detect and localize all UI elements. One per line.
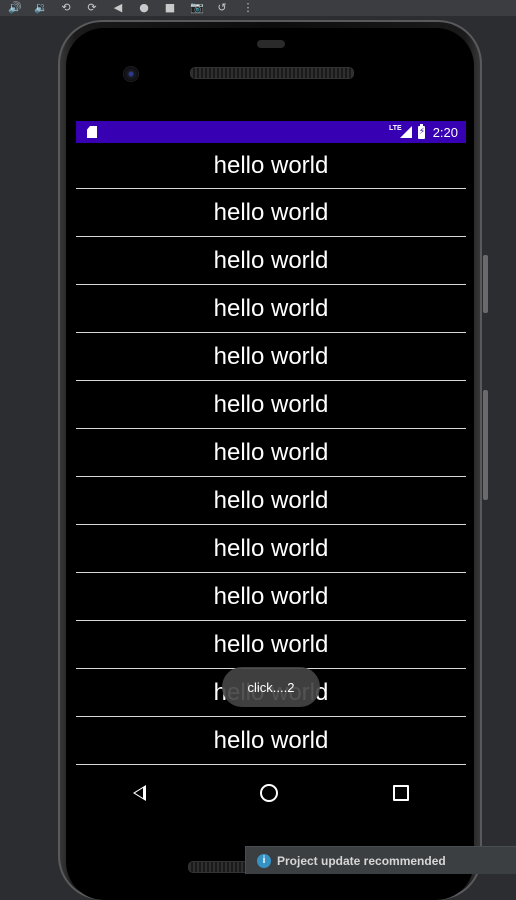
- volume-rocker[interactable]: [483, 390, 488, 500]
- list-item[interactable]: hello world: [76, 285, 466, 333]
- list-item[interactable]: hello world: [76, 333, 466, 381]
- overview-icon[interactable]: ■: [164, 0, 176, 16]
- volume-down-icon[interactable]: 🔉: [34, 0, 48, 16]
- nav-recents-icon[interactable]: [392, 784, 409, 801]
- list-item[interactable]: hello world: [76, 429, 466, 477]
- front-camera: [123, 66, 139, 82]
- emulator-toolbar: 🔊 🔉 ⟲ ⟳ ◀ ● ■ 📷 ↺ ⋮: [0, 0, 516, 16]
- signal-icon: [399, 126, 412, 138]
- power-button[interactable]: [483, 255, 488, 313]
- info-icon: i: [257, 853, 271, 868]
- list-item[interactable]: hello world: [76, 621, 466, 669]
- nav-back-icon[interactable]: [133, 784, 147, 801]
- list-item[interactable]: hello world: [76, 237, 466, 285]
- rotate-right-icon[interactable]: ⟳: [86, 0, 98, 16]
- list-item[interactable]: hello world: [76, 477, 466, 525]
- device-screen: LTE ⚡ 2:20 hello world hello world hello…: [76, 121, 466, 816]
- list-item[interactable]: hello world: [76, 525, 466, 573]
- volume-up-icon[interactable]: 🔊: [8, 0, 22, 16]
- notification-text: Project update recommended: [277, 853, 446, 868]
- rewind-icon[interactable]: ↺: [216, 0, 228, 16]
- earpiece: [257, 40, 285, 48]
- toast-message: click....2: [222, 667, 320, 707]
- status-clock: 2:20: [432, 124, 458, 140]
- more-icon[interactable]: ⋮: [242, 0, 254, 16]
- list-item[interactable]: hello world: [76, 189, 466, 237]
- nav-home-icon[interactable]: [260, 783, 279, 802]
- list-item[interactable]: hello world: [76, 381, 466, 429]
- update-notification[interactable]: i Project update recommended: [245, 846, 516, 874]
- back-icon[interactable]: ◀: [112, 0, 124, 16]
- sd-card-icon: [87, 126, 97, 138]
- list-item[interactable]: hello world: [76, 573, 466, 621]
- top-speaker: [190, 67, 354, 79]
- home-icon[interactable]: ●: [138, 0, 150, 16]
- rotate-left-icon[interactable]: ⟲: [60, 0, 72, 16]
- screenshot-icon[interactable]: 📷: [190, 0, 204, 16]
- list-item[interactable]: hello world: [76, 717, 466, 765]
- battery-charging-icon: ⚡: [417, 123, 426, 139]
- list-item[interactable]: hello world: [76, 143, 466, 189]
- navigation-bar: [76, 769, 466, 816]
- status-bar: LTE ⚡ 2:20: [76, 121, 466, 143]
